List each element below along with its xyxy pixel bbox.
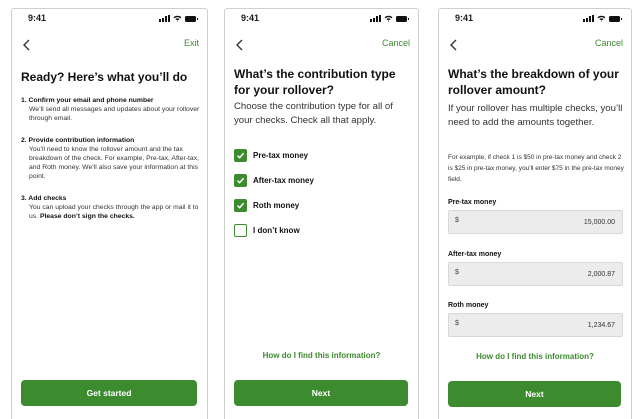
checkbox-checked[interactable] [234,199,247,212]
checkbox-unchecked[interactable] [234,224,247,237]
cancel-link[interactable]: Cancel [595,38,623,48]
screen-rollover-breakdown: 9:41 Cancel What’s the breakdown of your… [438,8,632,419]
page-title: Ready? Here’s what you’ll do [21,70,188,84]
step-item: 2. Provide contribution information You’… [21,136,200,182]
option-label: After-tax money [253,176,314,185]
step-item: 3. Add checks You can upload your checks… [21,194,200,222]
page-title: What’s the contribution type for your ro… [234,67,396,97]
checkbox-checked[interactable] [234,174,247,187]
example-text: For example, if check 1 is $50 in pre-ta… [448,154,624,184]
checkbox-checked[interactable] [234,149,247,162]
chevron-left-icon[interactable] [447,37,461,53]
cancel-link[interactable]: Cancel [382,38,410,48]
roth-amount-field[interactable]: $ 1,234.67 [448,313,623,337]
status-bar: 9:41 [439,13,631,27]
help-link[interactable]: How do I find this information? [225,351,418,360]
chevron-left-icon[interactable] [233,37,247,53]
currency-symbol: $ [455,320,459,327]
signal-icon [370,15,381,22]
option-label: Pre-tax money [253,151,309,160]
step-title: 1. Confirm your email and phone number [21,97,154,104]
screen-ready: 9:41 Exit Ready? Here’s what you’ll do 1… [11,8,208,419]
option-roth[interactable]: Roth money [234,193,314,218]
signal-icon [583,15,594,22]
option-pre-tax[interactable]: Pre-tax money [234,143,314,168]
chevron-left-icon[interactable] [20,37,34,53]
battery-icon [396,16,409,22]
after-tax-amount-field[interactable]: $ 2,000.87 [448,262,623,286]
wifi-icon [597,15,606,22]
option-dont-know[interactable]: I don’t know [234,218,314,243]
field-label: After-tax money [448,251,502,258]
screen-contribution-type: 9:41 Cancel What’s the contribution type… [224,8,419,419]
status-time: 9:41 [28,13,47,23]
status-time: 9:41 [455,13,474,23]
get-started-button[interactable]: Get started [21,380,197,406]
page-title: What’s the breakdown of your rollover am… [448,67,619,97]
status-bar: 9:41 [12,13,207,27]
step-item: 1. Confirm your email and phone number W… [21,96,200,124]
option-label: I don’t know [253,226,300,235]
pre-tax-amount-field[interactable]: $ 15,000.00 [448,210,623,234]
nav-bar: Cancel [225,37,418,55]
nav-bar: Cancel [439,37,631,55]
status-bar: 9:41 [225,13,418,27]
wifi-icon [173,15,182,22]
steps-list: 1. Confirm your email and phone number W… [21,96,200,233]
signal-icon [159,15,170,22]
status-time: 9:41 [241,13,260,23]
currency-symbol: $ [455,217,459,224]
wifi-icon [384,15,393,22]
next-button[interactable]: Next [234,380,408,406]
amount-value: 15,000.00 [583,219,615,226]
flow-overview: 9:41 Exit Ready? Here’s what you’ll do 1… [0,0,633,419]
step-warning: Please don’t sign the checks. [39,213,135,221]
field-label: Roth money [448,302,489,309]
checkmark-icon [236,152,245,159]
option-label: Roth money [253,201,300,210]
battery-icon [185,16,198,22]
step-description: You can upload your checks through the a… [21,203,200,222]
step-description: You’ll need to know the rollover amount … [29,145,199,181]
exit-link[interactable]: Exit [184,38,199,48]
nav-bar: Exit [12,37,207,55]
checkmark-icon [236,202,245,209]
help-link[interactable]: How do I find this information? [439,352,631,361]
battery-icon [609,16,622,22]
amount-value: 2,000.87 [587,271,615,278]
page-subtitle: Choose the contribution type for all of … [234,101,393,126]
step-title: 2. Provide contribution information [21,136,135,144]
checkmark-icon [236,177,245,184]
option-after-tax[interactable]: After-tax money [234,168,314,193]
currency-symbol: $ [455,269,459,276]
step-title: 3. Add checks [21,194,67,202]
step-description: We’ll send all messages and updates abou… [29,106,200,123]
contribution-options: Pre-tax money After-tax money Roth money… [234,143,314,243]
next-button[interactable]: Next [448,381,621,407]
amount-value: 1,234.67 [587,322,615,329]
page-subtitle: If your rollover has multiple checks, yo… [448,103,623,128]
field-label: Pre-tax money [448,199,497,206]
